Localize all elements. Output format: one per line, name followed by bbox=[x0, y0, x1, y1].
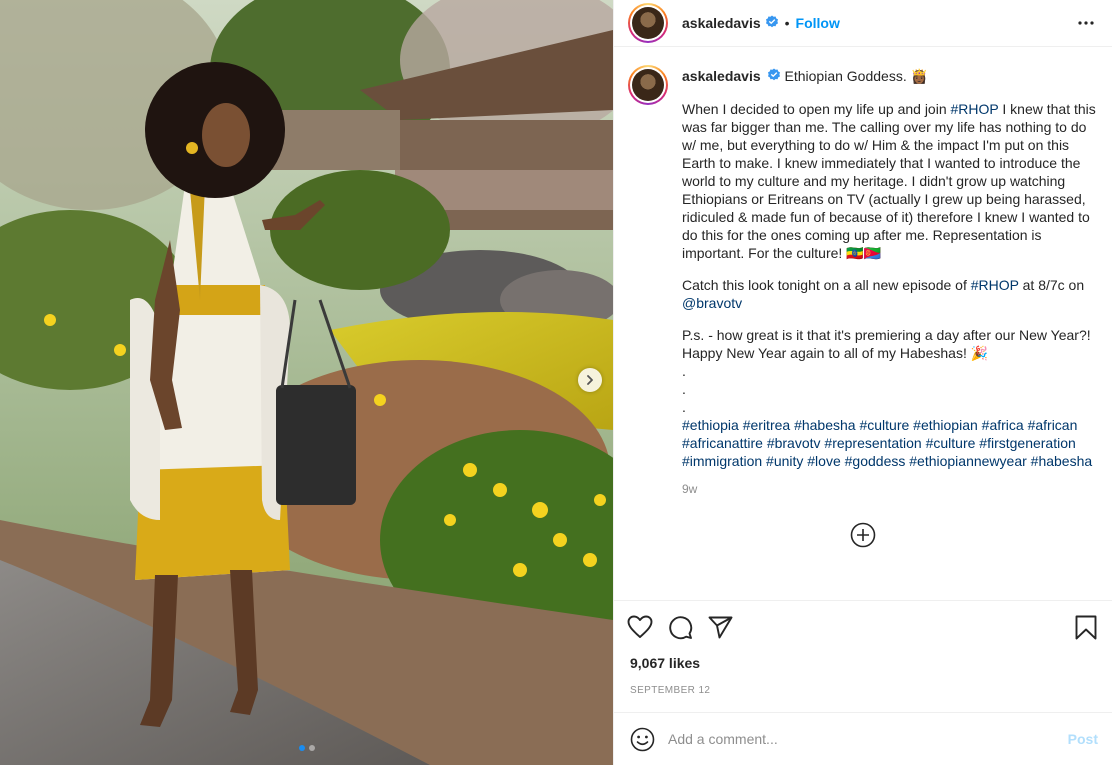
caption-avatar[interactable] bbox=[628, 65, 668, 105]
post-header: askaledavis • Follow bbox=[614, 0, 1112, 47]
post-sidebar: askaledavis • Follow askaledavis Ethiopi… bbox=[613, 0, 1112, 765]
caption-text: P.s. - how great is it that it's premier… bbox=[682, 327, 1095, 362]
add-comment-bar: Post bbox=[614, 712, 1112, 765]
comments-section[interactable]: askaledavis Ethiopian Goddess. 👸🏾 When I… bbox=[614, 47, 1112, 600]
avatar[interactable] bbox=[628, 3, 668, 43]
post-actions: 9,067 likes SEPTEMBER 12 bbox=[614, 600, 1112, 696]
post-comment-button[interactable]: Post bbox=[1068, 731, 1098, 747]
caption-paragraph-1: When I decided to open my life up and jo… bbox=[682, 100, 1098, 262]
username-link[interactable]: askaledavis bbox=[682, 15, 761, 31]
avatar-image bbox=[632, 69, 664, 101]
caption-text: at 8/7c on bbox=[1018, 277, 1089, 294]
instagram-post: askaledavis • Follow askaledavis Ethiopi… bbox=[0, 0, 1112, 765]
post-date[interactable]: SEPTEMBER 12 bbox=[628, 671, 1098, 696]
like-button[interactable] bbox=[620, 607, 660, 647]
post-media[interactable] bbox=[0, 0, 613, 765]
follow-button[interactable]: Follow bbox=[796, 15, 840, 31]
hashtag-link[interactable]: #RHOP bbox=[951, 101, 999, 117]
caption-dots: . . . bbox=[682, 363, 686, 416]
carousel-next-button[interactable] bbox=[578, 368, 602, 392]
carousel-dot bbox=[308, 745, 315, 751]
comment-input[interactable] bbox=[668, 731, 1068, 747]
carousel-dot-active bbox=[298, 745, 305, 751]
caption-text: When I decided to open my life up and jo… bbox=[682, 101, 951, 118]
time-ago[interactable]: 9w bbox=[682, 482, 1098, 496]
emoji-button[interactable] bbox=[628, 725, 656, 753]
share-button[interactable] bbox=[700, 607, 740, 647]
hashtag-link[interactable]: #RHOP bbox=[971, 277, 1019, 293]
bookmark-icon bbox=[1075, 615, 1097, 639]
verified-badge-icon bbox=[767, 68, 781, 86]
save-button[interactable] bbox=[1066, 607, 1106, 647]
more-options-button[interactable] bbox=[1074, 11, 1098, 35]
comment-bubble-icon bbox=[668, 615, 692, 639]
more-options-icon bbox=[1078, 21, 1094, 25]
verified-badge-icon bbox=[765, 15, 779, 32]
caption-text: Catch this look tonight on a all new epi… bbox=[682, 277, 971, 294]
caption-text: I knew that this was far bigger than me.… bbox=[682, 101, 1100, 262]
comment-button[interactable] bbox=[660, 607, 700, 647]
load-more-comments-button[interactable] bbox=[628, 522, 1098, 548]
heart-icon bbox=[627, 615, 653, 638]
post-photo bbox=[0, 0, 613, 765]
caption-paragraph-3: P.s. - how great is it that it's premier… bbox=[682, 326, 1098, 362]
chevron-right-icon bbox=[587, 375, 593, 385]
caption-paragraph-2: Catch this look tonight on a all new epi… bbox=[682, 276, 1098, 312]
separator-dot: • bbox=[784, 15, 790, 31]
mention-link[interactable]: @bravotv bbox=[682, 295, 742, 311]
likes-count[interactable]: 9,067 likes bbox=[628, 653, 1098, 671]
emoji-icon bbox=[630, 727, 654, 751]
carousel-indicator bbox=[0, 745, 613, 751]
caption-title: Ethiopian Goddess. 👸🏾 bbox=[784, 68, 929, 84]
caption-username-link[interactable]: askaledavis bbox=[682, 68, 761, 84]
avatar-image bbox=[632, 7, 664, 39]
hashtag-list[interactable]: #ethiopia #eritrea #habesha #culture #et… bbox=[682, 416, 1098, 470]
caption: askaledavis Ethiopian Goddess. 👸🏾 When I… bbox=[628, 65, 1098, 496]
paper-plane-icon bbox=[708, 616, 732, 638]
plus-circle-icon bbox=[850, 522, 876, 548]
